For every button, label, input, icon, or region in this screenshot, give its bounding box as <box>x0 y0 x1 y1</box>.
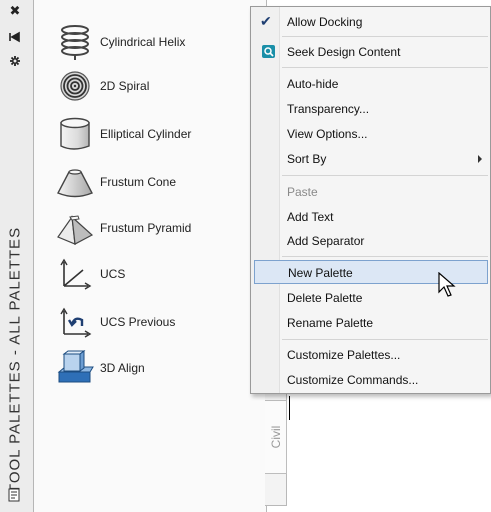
tool-label: Elliptical Cylinder <box>100 127 192 141</box>
menu-item-rename-palette[interactable]: Rename Palette <box>254 311 488 335</box>
tool-cylindrical-helix[interactable]: Cylindrical Helix <box>55 22 267 62</box>
menu-item-paste: Paste <box>287 185 318 199</box>
menu-item-sort-by[interactable]: Sort By <box>254 147 488 171</box>
frustum-cone-icon <box>55 162 95 202</box>
palette-title: TOOL PALETTES - ALL PALETTES <box>6 226 24 494</box>
tool-ucs[interactable]: UCS <box>55 254 267 294</box>
tool-label: UCS <box>100 267 126 281</box>
tool-palette-window: ✖ TOOL PALETTES - ALL PALETTES Cylindric… <box>0 0 267 512</box>
menu-separator <box>282 36 488 37</box>
text-cursor <box>289 396 290 420</box>
3d-align-icon <box>55 348 95 388</box>
menu-separator <box>282 67 488 68</box>
seek-icon <box>262 45 275 58</box>
tool-frustum-cone[interactable]: Frustum Cone <box>55 162 267 202</box>
spiral-icon <box>55 66 95 106</box>
palette-title-bar[interactable]: ✖ TOOL PALETTES - ALL PALETTES <box>0 0 34 512</box>
menu-item-add-text[interactable]: Add Text <box>254 205 488 229</box>
menu-separator <box>282 175 488 176</box>
elliptical-cylinder-icon <box>55 114 95 154</box>
menu-separator <box>282 339 488 340</box>
auto-hide-icon[interactable] <box>6 30 24 44</box>
close-icon[interactable]: ✖ <box>6 3 24 18</box>
tool-label: Frustum Pyramid <box>100 221 192 235</box>
tool-2d-spiral[interactable]: 2D Spiral <box>55 66 267 106</box>
ucs-previous-icon <box>55 302 95 342</box>
tool-label: 2D Spiral <box>100 79 150 93</box>
menu-item-customize-palettes[interactable]: Customize Palettes... <box>254 343 488 367</box>
checkmark-icon: ✔ <box>260 13 272 29</box>
tab-civil[interactable]: Civil <box>265 400 287 474</box>
tool-ucs-previous[interactable]: UCS Previous <box>55 302 267 342</box>
tool-label: Cylindrical Helix <box>100 35 186 49</box>
tool-elliptical-cylinder[interactable]: Elliptical Cylinder <box>55 114 267 154</box>
frustum-pyramid-icon <box>55 208 95 248</box>
tool-frustum-pyramid[interactable]: Frustum Pyramid <box>55 208 267 248</box>
tool-label: UCS Previous <box>100 315 176 329</box>
ucs-icon <box>55 254 95 294</box>
properties-icon[interactable] <box>6 54 24 68</box>
menu-item-transparency[interactable]: Transparency... <box>254 97 488 121</box>
mouse-pointer-icon <box>438 272 456 297</box>
helix-icon <box>55 22 95 62</box>
palette-menu-icon[interactable] <box>8 488 22 502</box>
menu-item-customize-commands[interactable]: Customize Commands... <box>254 368 488 392</box>
menu-item-allow-docking[interactable]: ✔ Allow Docking <box>254 10 488 34</box>
menu-item-seek-design-content[interactable]: Seek Design Content <box>254 40 488 64</box>
submenu-arrow-icon <box>478 155 482 163</box>
context-menu: ✔ Allow Docking Seek Design Content Auto… <box>250 6 491 394</box>
tool-label: 3D Align <box>100 361 145 375</box>
menu-item-view-options[interactable]: View Options... <box>254 122 488 146</box>
tool-3d-align[interactable]: 3D Align <box>55 348 267 388</box>
menu-item-add-separator[interactable]: Add Separator <box>254 229 488 253</box>
palette-tools: Cylindrical Helix 2D Spiral Elliptical C… <box>35 0 267 512</box>
tool-label: Frustum Cone <box>100 175 177 189</box>
menu-item-auto-hide[interactable]: Auto-hide <box>254 72 488 96</box>
menu-separator <box>282 256 488 257</box>
